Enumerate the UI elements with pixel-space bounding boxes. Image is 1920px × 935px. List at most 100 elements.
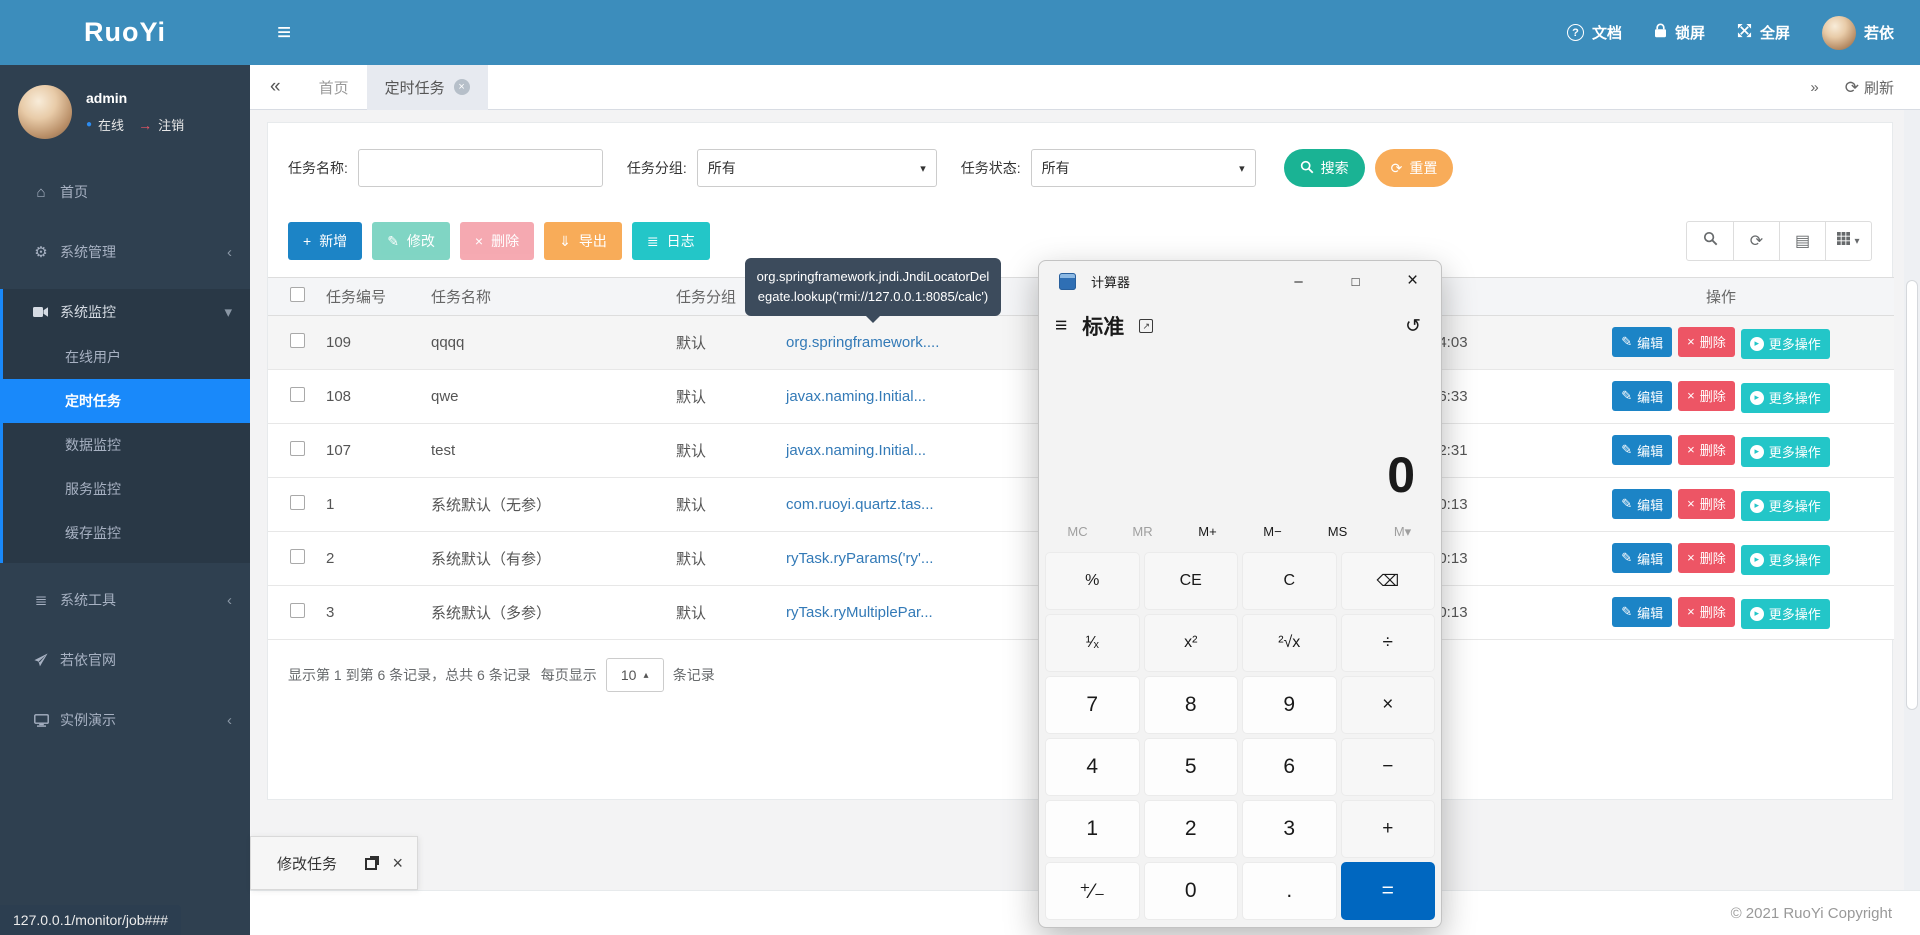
nav-user-menu[interactable]: 若依 <box>1821 15 1894 50</box>
percent-key[interactable]: % <box>1045 552 1140 610</box>
row-checkbox[interactable] <box>290 603 305 618</box>
digit-6-key[interactable]: 6 <box>1242 738 1337 796</box>
job-group-select[interactable]: 所有 ▾ <box>696 149 937 187</box>
digit-4-key[interactable]: 4 <box>1045 738 1140 796</box>
backspace-key[interactable]: ⌫ <box>1340 552 1435 610</box>
digit-7-key[interactable]: 7 <box>1045 676 1140 734</box>
invoke-target-link[interactable]: com.ruoyi.quartz.tas... <box>786 496 934 513</box>
sidebar-toggle-icon[interactable]: ≡ <box>250 19 318 47</box>
row-delete-button[interactable]: × 删除 <box>1678 326 1735 357</box>
row-delete-button[interactable]: × 删除 <box>1678 434 1735 465</box>
row-more-button[interactable]: ▸ 更多操作 <box>1740 328 1830 359</box>
reset-button[interactable]: ⟳ 重置 <box>1374 149 1454 187</box>
row-delete-button[interactable]: × 删除 <box>1678 488 1735 519</box>
negate-key[interactable]: ⁺∕₋ <box>1045 862 1140 920</box>
row-checkbox[interactable] <box>290 387 305 402</box>
memory-store-button[interactable]: MS <box>1305 520 1370 544</box>
close-icon[interactable]: × <box>453 79 470 95</box>
job-name-input[interactable] <box>357 149 603 187</box>
row-checkbox[interactable] <box>290 495 305 510</box>
multiply-key[interactable]: × <box>1340 676 1435 734</box>
sidebar-item-system-tools[interactable]: ≣ 系统工具 ‹ <box>0 577 250 623</box>
digit-9-key[interactable]: 9 <box>1242 676 1337 734</box>
sidebar-item-demo[interactable]: 实例演示 ‹ <box>0 697 250 743</box>
logout-link[interactable]: 注销 <box>158 115 184 134</box>
row-checkbox[interactable] <box>290 441 305 456</box>
delete-button[interactable]: × 删除 <box>459 222 535 260</box>
search-button[interactable]: 搜索 <box>1283 149 1365 187</box>
row-edit-button[interactable]: ✎ 编辑 <box>1612 327 1673 357</box>
history-icon[interactable]: ↺ <box>1405 315 1421 338</box>
equals-key[interactable]: = <box>1340 862 1435 920</box>
log-button[interactable]: ≣ 日志 <box>631 222 710 260</box>
page-size-select[interactable]: 10 ▴ <box>605 658 664 692</box>
add-button[interactable]: + 新增 <box>288 222 363 260</box>
tab-scheduled-tasks[interactable]: 定时任务 × <box>366 64 488 110</box>
hamburger-menu-icon[interactable]: ≡ <box>1055 314 1067 338</box>
nav-lock-screen[interactable]: 锁屏 <box>1654 22 1705 43</box>
digit-8-key[interactable]: 8 <box>1143 676 1238 734</box>
row-edit-button[interactable]: ✎ 编辑 <box>1612 435 1673 465</box>
close-icon[interactable]: × <box>392 854 403 872</box>
invoke-target-link[interactable]: ryTask.ryMultiplePar... <box>786 604 933 621</box>
tab-refresh-button[interactable]: ⟳ 刷新 <box>1845 77 1894 98</box>
memory-subtract-button[interactable]: M− <box>1240 520 1305 544</box>
row-delete-button[interactable]: × 删除 <box>1678 542 1735 573</box>
memory-add-button[interactable]: M+ <box>1175 520 1240 544</box>
calculator-titlebar[interactable]: 计算器 – □ × <box>1039 261 1441 301</box>
sidebar-item-data-monitor[interactable]: 数据监控 <box>3 423 250 467</box>
sidebar-item-home[interactable]: ⌂ 首页 <box>0 169 250 215</box>
row-checkbox[interactable] <box>290 549 305 564</box>
job-status-select[interactable]: 所有 ▾ <box>1030 149 1256 187</box>
sidebar-item-service-monitor[interactable]: 服务监控 <box>3 467 250 511</box>
subtract-key[interactable]: − <box>1340 738 1435 796</box>
memory-recall-button[interactable]: MR <box>1110 520 1175 544</box>
invoke-target-link[interactable]: javax.naming.Initial... <box>786 388 926 405</box>
edit-button[interactable]: ✎ 修改 <box>372 222 450 260</box>
avatar[interactable] <box>18 85 72 139</box>
nav-docs[interactable]: ? 文档 <box>1566 22 1622 43</box>
square-key[interactable]: x² <box>1143 614 1238 672</box>
row-edit-button[interactable]: ✎ 编辑 <box>1612 489 1673 519</box>
sidebar-item-system-mgmt[interactable]: ⚙ 系统管理 ‹ <box>0 229 250 275</box>
invoke-target-link[interactable]: ryTask.ryParams('ry'... <box>786 550 933 567</box>
show-search-button[interactable] <box>1687 222 1733 260</box>
close-button[interactable]: × <box>1384 261 1441 301</box>
row-more-button[interactable]: ▸ 更多操作 <box>1740 382 1830 413</box>
scrollbar-thumb[interactable] <box>1906 280 1918 710</box>
tabs-scroll-right-icon[interactable]: » <box>1810 79 1818 96</box>
export-button[interactable]: ⇓ 导出 <box>544 222 622 260</box>
minimize-button[interactable]: – <box>1270 261 1327 301</box>
row-more-button[interactable]: ▸ 更多操作 <box>1740 436 1830 467</box>
row-more-button[interactable]: ▸ 更多操作 <box>1740 490 1830 521</box>
row-delete-button[interactable]: × 删除 <box>1678 596 1735 627</box>
row-checkbox[interactable] <box>290 333 305 348</box>
sidebar-item-system-monitor[interactable]: 系统监控 ▾ <box>3 289 250 335</box>
memory-clear-button[interactable]: MC <box>1045 520 1110 544</box>
toggle-view-button[interactable]: ▤ <box>1779 222 1825 260</box>
decimal-key[interactable]: . <box>1242 862 1337 920</box>
sidebar-item-cache-monitor[interactable]: 缓存监控 <box>3 511 250 555</box>
digit-2-key[interactable]: 2 <box>1143 800 1238 858</box>
clear-entry-key[interactable]: CE <box>1143 552 1238 610</box>
row-edit-button[interactable]: ✎ 编辑 <box>1612 543 1673 573</box>
divide-key[interactable]: ÷ <box>1340 614 1435 672</box>
row-more-button[interactable]: ▸ 更多操作 <box>1740 598 1830 629</box>
maximize-button[interactable]: □ <box>1327 261 1384 301</box>
clear-key[interactable]: C <box>1242 552 1337 610</box>
square-root-key[interactable]: ²√x <box>1242 614 1337 672</box>
sidebar-item-online-users[interactable]: 在线用户 <box>3 335 250 379</box>
row-edit-button[interactable]: ✎ 编辑 <box>1612 597 1673 627</box>
tabs-scroll-left-icon[interactable]: « <box>250 76 301 98</box>
nav-fullscreen[interactable]: 全屏 <box>1737 22 1790 43</box>
columns-button[interactable]: ▾ <box>1825 222 1871 260</box>
invoke-target-link[interactable]: org.springframework.... <box>786 334 939 351</box>
sidebar-item-scheduled-tasks[interactable]: 定时任务 <box>3 379 250 423</box>
digit-5-key[interactable]: 5 <box>1143 738 1238 796</box>
restore-window-icon[interactable] <box>365 856 380 870</box>
memory-list-button[interactable]: M▾ <box>1370 520 1435 544</box>
select-all-checkbox[interactable] <box>290 287 305 302</box>
add-key[interactable]: + <box>1340 800 1435 858</box>
refresh-table-button[interactable]: ⟳ <box>1733 222 1779 260</box>
row-delete-button[interactable]: × 删除 <box>1678 380 1735 411</box>
